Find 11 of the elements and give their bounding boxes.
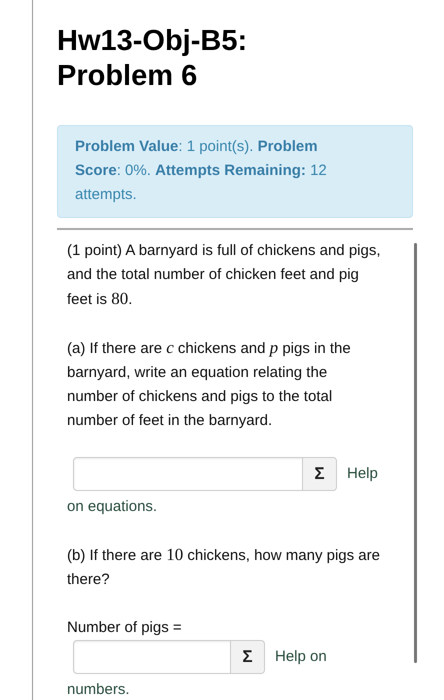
field-label: Number of pigs =	[67, 618, 183, 638]
info-box: Problem Value: 1 point(s). Problem Score: 0%. Attempts Remaining: 12 attempts.	[57, 125, 413, 218]
help-link[interactable]: numbers.	[67, 678, 130, 700]
problem-text: (b) If there are 10 chickens, how many pigs are there?	[67, 544, 381, 590]
help-link[interactable]: Help on	[275, 645, 327, 669]
scrollbar[interactable]	[414, 243, 417, 663]
problem-text: (a) If there are c chickens and p pigs in the barnyard, write an equation relating the number of chickens and pigs to the total number of feet in the barnyard.	[67, 337, 352, 431]
page-title: Hw13-Obj-B5: Problem 6	[57, 24, 248, 94]
help-link[interactable]: Help	[347, 462, 378, 486]
help-link[interactable]: on equations.	[67, 495, 158, 519]
problem-text: (1 point) A barnyard is full of chickens and pigs, and the total number of chicken feet and pig feet is 80.	[67, 241, 381, 310]
